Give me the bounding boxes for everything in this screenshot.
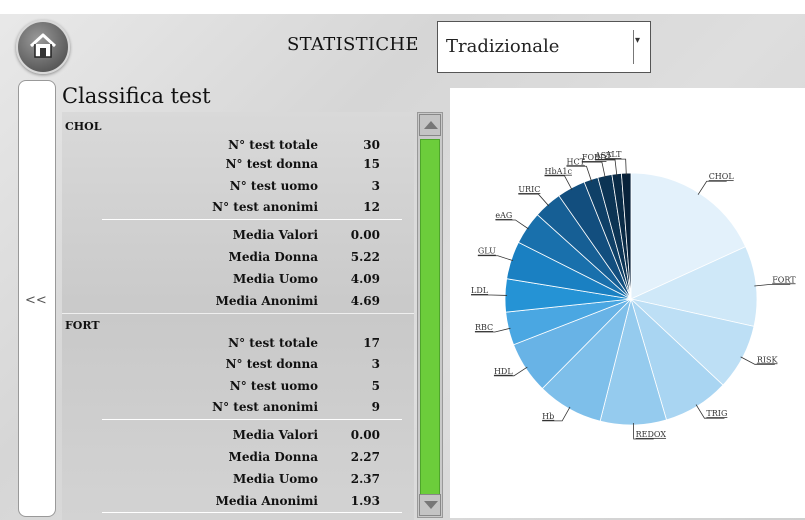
row-value: 3 xyxy=(371,179,380,193)
row-value: 0.00 xyxy=(350,428,380,442)
divider xyxy=(102,419,402,420)
test-list[interactable]: CHOL N° test totale 30 N° test donna 15 … xyxy=(62,112,414,520)
divider xyxy=(102,512,402,513)
row-value: 3 xyxy=(371,357,380,371)
chevron-down-icon: ▾ xyxy=(635,35,641,46)
row-value: 4.09 xyxy=(350,272,380,286)
divider xyxy=(102,219,402,220)
list-scrollbar[interactable] xyxy=(417,112,443,518)
row-value: 4.69 xyxy=(350,294,380,308)
pie-leader-line xyxy=(754,283,791,287)
row-value: 9 xyxy=(371,400,380,414)
home-button[interactable] xyxy=(16,20,70,74)
chart-type-select[interactable]: Tradizionale ▾ xyxy=(437,21,651,73)
pie-label-risk: RISK xyxy=(757,355,779,364)
row-value: 2.27 xyxy=(350,450,380,464)
pie-label-chol: CHOL xyxy=(709,172,735,181)
row-value: 0.00 xyxy=(350,228,380,242)
page-title: STATISTICHE xyxy=(287,34,419,55)
scroll-thumb[interactable] xyxy=(420,139,440,497)
row-value: 17 xyxy=(363,336,380,350)
group-name: CHOL xyxy=(65,120,102,133)
pie-leader-line xyxy=(477,255,514,262)
pie-leader-line xyxy=(581,161,606,178)
pie-label-hdl: HDL xyxy=(494,367,513,376)
scroll-down-button[interactable] xyxy=(419,494,441,516)
pie-label-redox: REDOX xyxy=(636,430,667,439)
pie-label-uric: URIC xyxy=(518,185,540,194)
row-value: 5 xyxy=(371,379,380,393)
pie-label-hba1c: HbA1c xyxy=(544,167,572,176)
pie-chart: CHOL FORT RISK TRIG REDOX Hb HDL RBC LDL GLU eAG UR… xyxy=(471,150,796,440)
group-name: FORT xyxy=(65,319,100,332)
pie-label-glu: GLU xyxy=(478,247,496,256)
pie-leader-line xyxy=(697,180,727,195)
row-value: 5.22 xyxy=(350,250,380,264)
top-strip xyxy=(0,0,805,14)
list-title: Classifica test xyxy=(62,84,211,108)
select-value: Tradizionale xyxy=(446,36,560,57)
pie-label-ldl: LDL xyxy=(471,286,489,295)
back-label: << xyxy=(25,293,47,308)
pie-label-hb: Hb xyxy=(542,412,554,421)
row-value: 30 xyxy=(363,138,380,152)
pie-label-fort: FORT xyxy=(772,275,796,284)
pie-leader-line xyxy=(518,193,550,207)
pie-label-rbc: RBC xyxy=(475,323,493,332)
pie-label-eag: eAG xyxy=(495,211,512,220)
row-value: 2.37 xyxy=(350,472,380,486)
select-separator xyxy=(633,30,634,64)
row-value: 1.93 xyxy=(350,494,380,508)
back-tab[interactable]: << xyxy=(18,80,56,517)
scroll-up-button[interactable] xyxy=(419,114,441,136)
pie-label-alt: ALT xyxy=(605,150,622,159)
chart-panel: CHOL FORT RISK TRIG REDOX Hb HDL RBC LDL GLU eAG UR… xyxy=(450,88,805,518)
pie-leader-line xyxy=(544,175,573,191)
row-value: 12 xyxy=(363,200,380,214)
home-icon xyxy=(29,33,57,58)
group-divider xyxy=(62,313,414,314)
pie-leader-line xyxy=(495,219,529,230)
row-value: 15 xyxy=(363,157,380,171)
pie-label-trig: TRIG xyxy=(706,409,727,418)
